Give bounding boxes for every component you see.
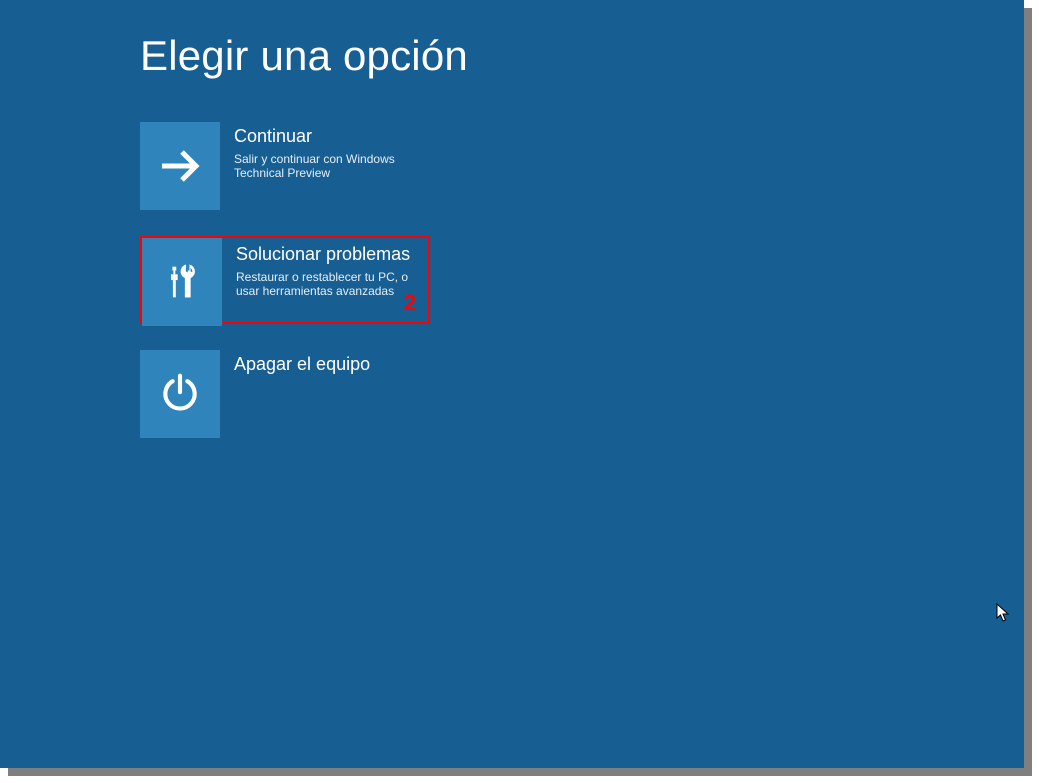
- option-troubleshoot[interactable]: Solucionar problemas Restaurar o restabl…: [140, 236, 430, 324]
- options-list: Continuar Salir y continuar con Windows …: [140, 122, 430, 464]
- option-text: Solucionar problemas Restaurar o restabl…: [222, 238, 416, 298]
- option-desc: Salir y continuar con Windows Technical …: [234, 152, 414, 181]
- tools-icon: [142, 238, 222, 326]
- mouse-cursor-icon: [996, 603, 1010, 623]
- option-shutdown[interactable]: Apagar el equipo: [140, 350, 430, 438]
- recovery-screen: Elegir una opción Continuar Salir y cont…: [0, 0, 1024, 768]
- option-continue[interactable]: Continuar Salir y continuar con Windows …: [140, 122, 430, 210]
- option-title: Solucionar problemas: [236, 244, 416, 266]
- option-title: Apagar el equipo: [234, 354, 370, 376]
- option-title: Continuar: [234, 126, 414, 148]
- arrow-right-icon: [140, 122, 220, 210]
- option-text: Continuar Salir y continuar con Windows …: [220, 122, 414, 180]
- power-icon: [140, 350, 220, 438]
- option-text: Apagar el equipo: [220, 350, 370, 380]
- page-title: Elegir una opción: [140, 32, 468, 80]
- option-desc: Restaurar o restablecer tu PC, o usar he…: [236, 270, 416, 299]
- annotation-badge: 2: [404, 290, 416, 316]
